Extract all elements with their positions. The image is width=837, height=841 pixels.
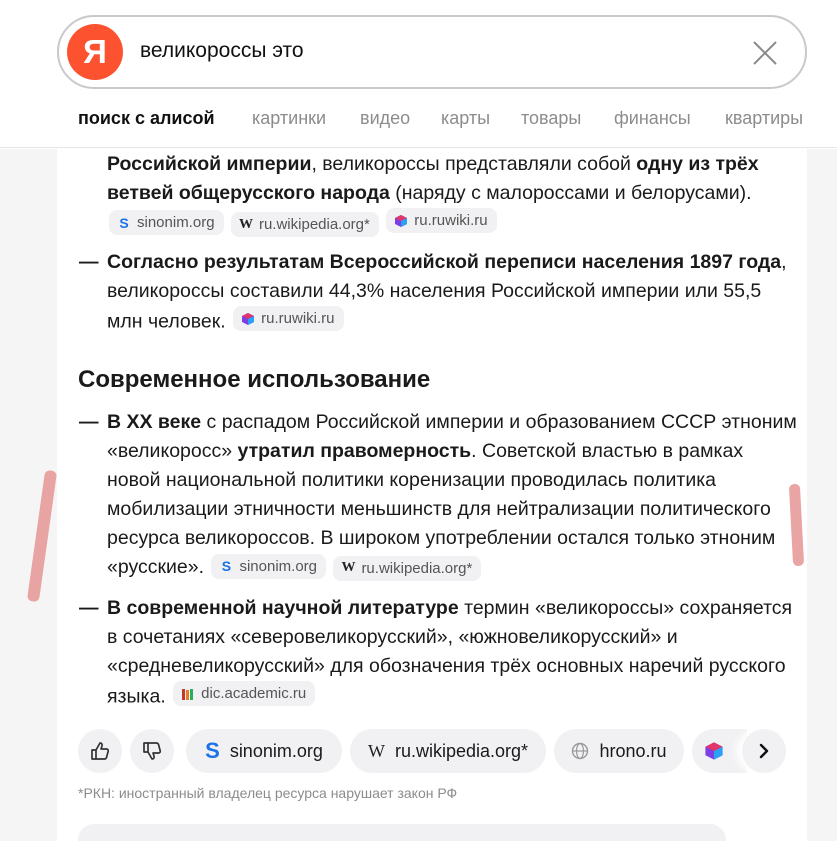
thumbs-down-icon — [143, 742, 162, 760]
ruwiki-icon — [705, 742, 723, 760]
bold-text: утратил правомерность — [237, 440, 472, 462]
tab-images[interactable]: картинки — [252, 108, 326, 129]
search-tabs: поиск с алисой картинки видео карты това… — [0, 102, 837, 148]
bullet-dash: — — [79, 411, 99, 433]
tab-goods[interactable]: товары — [521, 108, 581, 129]
source-chip-ruwiki[interactable]: ru.ruwiki.ru — [233, 306, 344, 331]
chevron-right-icon — [759, 743, 769, 759]
bullet-dash: — — [79, 597, 99, 619]
yandex-logo[interactable]: Я — [67, 24, 123, 80]
wikipedia-icon: W — [341, 560, 356, 575]
answer-paragraph-2: Согласно результатам Всероссийской переп… — [107, 251, 787, 333]
thumbs-up-icon — [91, 742, 110, 760]
globe-icon — [572, 742, 589, 760]
tab-video[interactable]: видео — [360, 108, 410, 129]
bold-text: В современной научной литературе — [107, 597, 459, 619]
source-chip-academic[interactable]: dic.academic.ru — [173, 681, 316, 706]
tab-apartments[interactable]: квартиры — [725, 108, 803, 129]
bold-text: Российской империи — [107, 153, 312, 175]
section-heading: Современное использование — [78, 366, 431, 393]
ruwiki-icon — [242, 312, 255, 325]
source-button-wikipedia[interactable]: W ru.wikipedia.org* — [350, 729, 546, 773]
tab-alice-search[interactable]: поиск с алисой — [78, 108, 215, 129]
bold-text: Согласно результатам Всероссийской переп… — [107, 251, 782, 273]
tab-maps[interactable]: карты — [441, 108, 490, 129]
wikipedia-icon: W — [367, 740, 385, 761]
source-button-hrono[interactable]: hrono.ru — [554, 729, 684, 773]
bold-text: В XX веке — [107, 411, 202, 433]
ruwiki-icon — [395, 214, 408, 227]
bullet-dash: — — [79, 251, 99, 273]
academic-icon — [182, 688, 194, 700]
sinonim-icon: S — [221, 558, 232, 574]
source-button-sinonim[interactable]: S sinonim.org — [186, 729, 342, 773]
dislike-button[interactable] — [130, 729, 174, 773]
page-background-right — [807, 149, 837, 841]
answer-paragraph-3: В XX веке с распадом Российской империи … — [107, 408, 797, 582]
like-button[interactable] — [78, 729, 122, 773]
source-chip-wikipedia[interactable]: W ru.wikipedia.org* — [230, 212, 379, 237]
sinonim-icon: S — [205, 738, 220, 763]
source-chip-sinonim[interactable]: S sinonim.org — [109, 210, 224, 235]
answer-paragraph-1: Российской империи, великороссы представ… — [107, 150, 797, 239]
sinonim-icon: S — [119, 214, 129, 231]
source-chip-wikipedia[interactable]: W ru.wikipedia.org* — [333, 555, 482, 581]
search-bar[interactable]: Я великороссы это — [57, 15, 807, 89]
source-chip-sinonim[interactable]: S sinonim.org — [211, 553, 327, 579]
search-input[interactable]: великороссы это — [140, 39, 304, 63]
answer-paragraph-4: В современной научной литературе термин … — [107, 597, 793, 708]
source-chip-ruwiki[interactable]: ru.ruwiki.ru — [386, 208, 497, 233]
legal-footnote: *РКН: иностранный владелец ресурса наруш… — [78, 785, 458, 801]
source-button-ruwiki[interactable] — [692, 729, 747, 773]
next-card[interactable] — [78, 824, 726, 841]
wikipedia-icon: W — [238, 216, 253, 232]
tab-finance[interactable]: финансы — [614, 108, 691, 129]
scroll-right-button[interactable] — [742, 729, 786, 773]
close-icon[interactable] — [751, 39, 779, 67]
